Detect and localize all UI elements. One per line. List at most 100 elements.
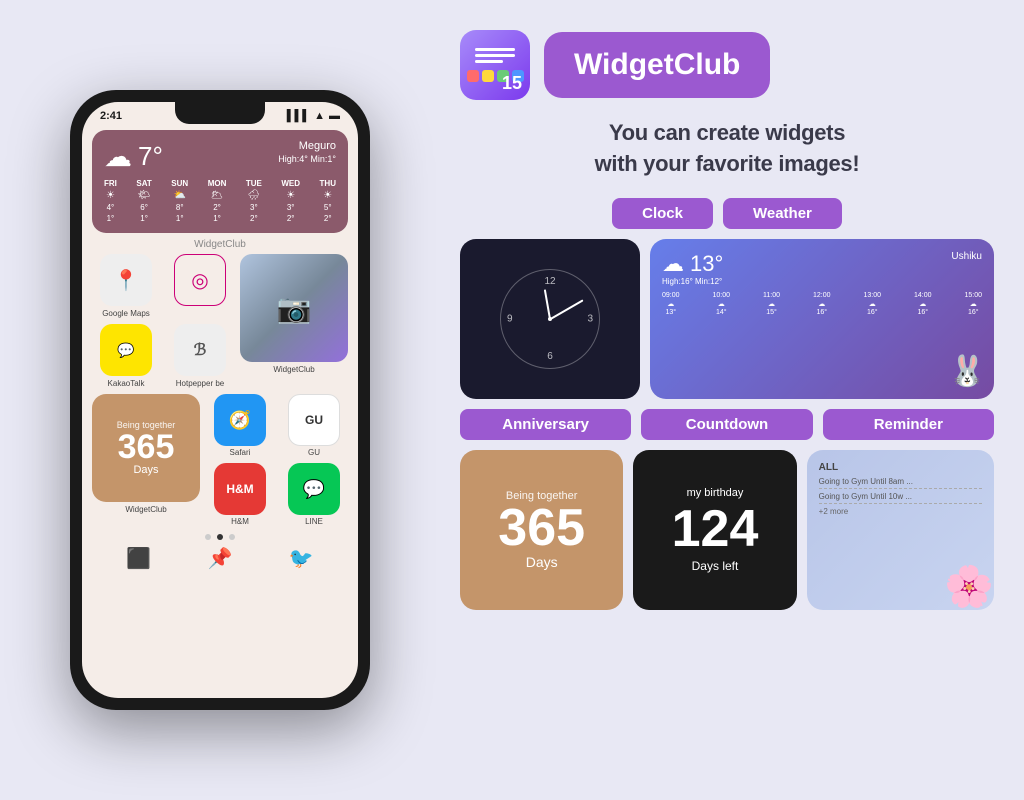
phone-app-target[interactable]: ◎: [166, 254, 234, 318]
rp-all: ALL: [819, 462, 982, 473]
phone-outer: 2:41 ▌▌▌ ▲ ▬ ☁ 7° Meguro: [70, 90, 370, 710]
right-panel: 15 WidgetClub You can create widgets wit…: [440, 0, 1024, 800]
anniv-being: Being together: [117, 420, 176, 430]
wp-days: 09:00☁13° 10:00☁14° 11:00☁15° 12:00☁16° …: [662, 292, 982, 316]
rp-item-1: Going to Gym Until 8am ...: [819, 477, 982, 489]
logo-title: WidgetClub: [574, 48, 740, 82]
clock-3: 3: [587, 313, 593, 324]
widget-type-row2: Anniversary Countdown Reminder: [460, 409, 994, 440]
anniv-days: 365: [118, 430, 175, 464]
phone-app-safari[interactable]: 🧭 Safari: [206, 394, 274, 457]
phone-app-kakao[interactable]: 💬 KakaoTalk: [92, 324, 160, 388]
hour-hand: [544, 289, 551, 319]
wp-range: High:16° Min:12°: [662, 277, 723, 286]
preview-row2: Being together 365 Days my birthday 124 …: [460, 450, 994, 610]
phone-weather-days: FRI☀4°1° SAT🌤6°1° SUN⛅8°1° MON🌥2°1° TUE🌧…: [104, 179, 336, 223]
type-pill-anniversary[interactable]: Anniversary: [460, 409, 631, 440]
phone-mockup-section: 2:41 ▌▌▌ ▲ ▬ ☁ 7° Meguro: [0, 0, 440, 800]
phone-app-googlemaps[interactable]: 📍 Google Maps: [92, 254, 160, 318]
cd-left: Days left: [692, 559, 739, 573]
tagline-line2: with your favorite images!: [595, 151, 860, 176]
phone-screen: 2:41 ▌▌▌ ▲ ▬ ☁ 7° Meguro: [82, 102, 358, 698]
maps-icon: 📍: [100, 254, 152, 306]
kakao-icon: 💬: [100, 324, 152, 376]
logo-line-1: [475, 48, 515, 51]
rp-more: +2 more: [819, 507, 982, 516]
clock-preview-card: 12 3 6 9: [460, 239, 640, 399]
tagline-line1: You can create widgets: [609, 120, 845, 145]
hm-icon: H&M: [214, 463, 266, 515]
signal-icon: ▌▌▌: [287, 110, 310, 122]
ap-days-label: Days: [526, 554, 558, 570]
wp-temp: 13°: [690, 251, 723, 277]
anniv-days-label: Days: [133, 464, 158, 476]
wp-cloud-icon: ☁: [662, 251, 684, 277]
pin-icon: 📌: [208, 546, 233, 571]
tagline: You can create widgets with your favorit…: [460, 118, 994, 180]
phone-right-col: GU GU 💬 LINE: [280, 394, 348, 526]
photo-placeholder: 📷: [240, 254, 348, 362]
wp-location: Ushiku: [951, 251, 982, 262]
maps-label: Google Maps: [102, 309, 150, 318]
hotpepper-icon: ℬ: [174, 324, 226, 376]
phone-temp: 7°: [138, 141, 163, 172]
page-dots: [82, 534, 358, 540]
phone-app-line[interactable]: 💬 LINE: [280, 463, 348, 526]
home-icon: ⬛: [126, 546, 151, 571]
phone-row2: Being together 365 Days WidgetClub 🧭 Saf…: [82, 388, 358, 526]
anniversary-preview-card: Being together 365 Days: [460, 450, 623, 610]
logo-dot-red: [467, 70, 479, 82]
ap-num: 365: [498, 502, 585, 554]
photo-icon: 📷: [240, 254, 348, 362]
dot-3: [229, 534, 235, 540]
type-pill-reminder[interactable]: Reminder: [823, 409, 994, 440]
app-logo-icon: 15: [460, 30, 530, 100]
phone-weather-widget[interactable]: ☁ 7° Meguro High:4° Min:1° FRI☀4°1° SAT🌤…: [92, 130, 348, 233]
flowers-icon: 🌸: [944, 563, 994, 610]
phone-app-hotpepper[interactable]: ℬ Hotpepper be: [166, 324, 234, 388]
safari-icon: 🧭: [214, 394, 266, 446]
line-icon: 💬: [288, 463, 340, 515]
phone-app-gu[interactable]: GU GU: [280, 394, 348, 457]
safari-label: Safari: [230, 448, 251, 457]
kakao-label: KakaoTalk: [108, 379, 145, 388]
phone-weather-range: High:4° Min:1°: [278, 154, 336, 164]
cd-num: 124: [672, 503, 759, 555]
type-pill-weather[interactable]: Weather: [723, 198, 842, 229]
cd-title: my birthday: [687, 487, 744, 499]
hotpepper-label: Hotpepper be: [176, 379, 224, 388]
preview-row1: 12 3 6 9 ☁ 13° High:16° Min:12°: [460, 239, 994, 399]
phone-middle-col: 🧭 Safari H&M H&M: [206, 394, 274, 526]
phone-cloud-icon: ☁: [104, 140, 132, 173]
rp-item-2: Going to Gym Until 10w ...: [819, 492, 982, 504]
type-pill-countdown[interactable]: Countdown: [641, 409, 812, 440]
anniv-widget-phone: Being together 365 Days: [92, 394, 200, 502]
photo-widget[interactable]: 📷 WidgetClub: [240, 254, 348, 388]
wifi-icon: ▲: [314, 110, 325, 122]
logo-line-2: [475, 54, 515, 57]
phone-anniversary-widget[interactable]: Being together 365 Days WidgetClub: [92, 394, 200, 514]
weather-preview-card: ☁ 13° High:16° Min:12° Ushiku 09:00☁13° …: [650, 239, 994, 399]
phone-app-hm[interactable]: H&M H&M: [206, 463, 274, 526]
hm-label: H&M: [231, 517, 249, 526]
widget-type-row1: Clock Weather: [460, 198, 994, 229]
logo-row: 15 WidgetClub: [460, 30, 994, 100]
status-time: 2:41: [100, 110, 122, 122]
bottom-icons: ⬛ 📌 🐦: [82, 546, 358, 571]
logo-num: 15: [502, 73, 522, 94]
clock-face: 12 3 6 9: [500, 269, 600, 369]
clock-12: 12: [544, 276, 555, 287]
anniv-app-label: WidgetClub: [125, 505, 166, 514]
minute-hand: [550, 299, 584, 319]
type-pill-clock[interactable]: Clock: [612, 198, 713, 229]
bird-icon: 🐦: [289, 546, 314, 571]
logo-dot-yellow: [482, 70, 494, 82]
status-icons: ▌▌▌ ▲ ▬: [287, 110, 340, 122]
phone-notch: [175, 102, 265, 124]
gu-label: GU: [308, 448, 320, 457]
countdown-preview-card: my birthday 124 Days left: [633, 450, 796, 610]
phone-weather-location: Meguro: [278, 140, 336, 152]
reminder-preview-card: ALL Going to Gym Until 8am ... Going to …: [807, 450, 994, 610]
clock-9: 9: [507, 313, 513, 324]
phone-app-grid: 📍 Google Maps ◎ 📷 WidgetClub 💬: [82, 254, 358, 388]
